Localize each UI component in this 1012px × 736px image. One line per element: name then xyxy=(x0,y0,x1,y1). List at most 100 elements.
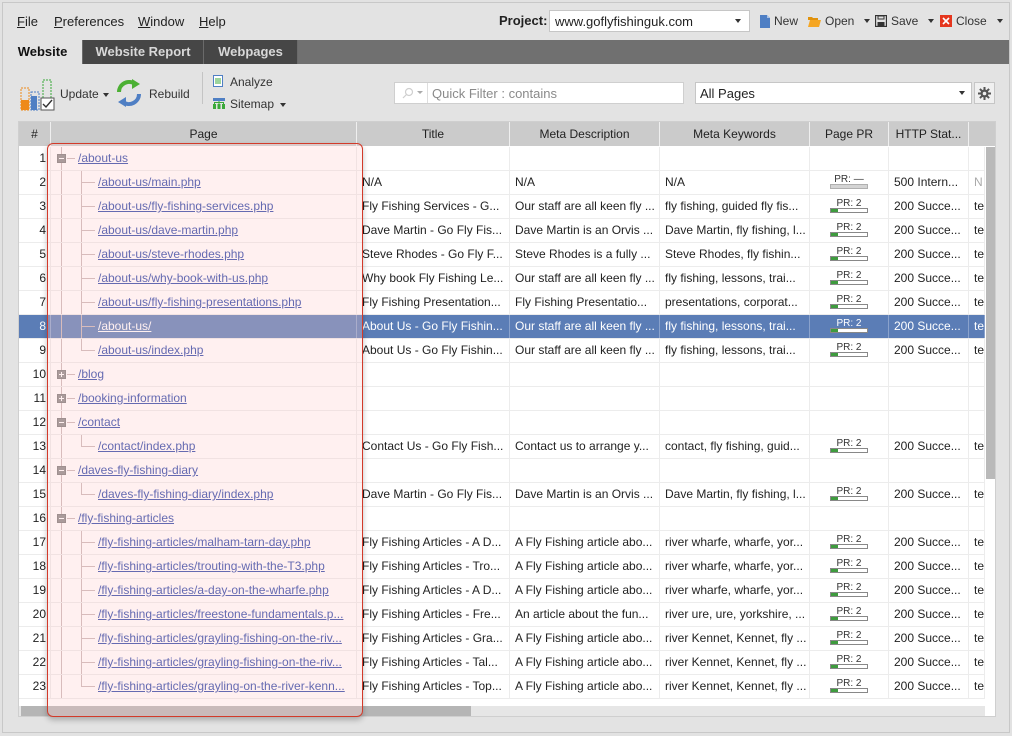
col-header-page-pr[interactable]: Page PR xyxy=(810,122,889,146)
table-row[interactable]: 20/fly-fishing-articles/freestone-fundam… xyxy=(19,603,985,627)
tab-website[interactable]: Website xyxy=(3,40,83,64)
analyze-button[interactable]: Analyze xyxy=(213,74,283,92)
update-button[interactable]: Update xyxy=(20,76,110,112)
title-cell: N/A xyxy=(357,171,510,194)
tree-line xyxy=(61,315,62,338)
table-row[interactable]: 9/about-us/index.php About Us - Go Fly Fi… xyxy=(19,339,985,363)
page-link[interactable]: /daves-fly-fishing-diary xyxy=(78,459,198,482)
save-button[interactable]: Save xyxy=(875,14,935,28)
table-row[interactable]: 2/about-us/main.php N/A N/A N/A PR: —500 Int… xyxy=(19,171,985,195)
save-dropdown-icon[interactable] xyxy=(928,19,935,23)
page-link[interactable]: /fly-fishing-articles/a-day-on-the-wharf… xyxy=(98,579,329,602)
pages-grid: # Page Title Meta Description Meta Keywo… xyxy=(18,121,996,717)
table-row[interactable]: 23/fly-fishing-articles/grayling-on-the-… xyxy=(19,675,985,699)
page-link[interactable]: /about-us/fly-fishing-services.php xyxy=(98,195,273,218)
table-row[interactable]: 3/about-us/fly-fishing-services.php Fly F… xyxy=(19,195,985,219)
collapse-icon[interactable] xyxy=(57,466,66,475)
vertical-scrollbar[interactable] xyxy=(986,147,995,703)
project-select[interactable]: www.goflyfishinguk.com xyxy=(549,10,750,32)
vertical-scrollbar-thumb[interactable] xyxy=(986,147,995,479)
page-link[interactable]: /fly-fishing-articles/trouting-with-the-… xyxy=(98,555,325,578)
page-link[interactable]: /daves-fly-fishing-diary/index.php xyxy=(98,483,273,506)
page-link[interactable]: /about-us/ xyxy=(98,315,151,338)
table-row[interactable]: 6/about-us/why-book-with-us.php Why book … xyxy=(19,267,985,291)
page-pr-cell: PR: 2 xyxy=(810,267,889,290)
pagerank-bar xyxy=(830,544,868,549)
page-link[interactable]: /fly-fishing-articles xyxy=(78,507,174,530)
collapse-icon[interactable] xyxy=(57,154,66,163)
table-row[interactable]: 5/about-us/steve-rhodes.php Steve Rhodes … xyxy=(19,243,985,267)
row-number: 12 xyxy=(19,411,51,434)
expand-icon[interactable] xyxy=(57,370,66,379)
menu-preferences[interactable]: Preferences xyxy=(54,14,124,29)
table-row[interactable]: 8/about-us/About Us - Go Fly Fishin... Ou… xyxy=(19,315,985,339)
collapse-icon[interactable] xyxy=(57,514,66,523)
table-row[interactable]: 14/daves-fly-fishing-diary xyxy=(19,459,985,483)
col-header-meta-description[interactable]: Meta Description xyxy=(510,122,660,146)
page-link[interactable]: /about-us/steve-rhodes.php xyxy=(98,243,244,266)
sitemap-dropdown-icon[interactable] xyxy=(280,103,286,107)
pages-filter-select[interactable]: All Pages xyxy=(695,82,972,104)
col-header-title[interactable]: Title xyxy=(357,122,510,146)
page-link[interactable]: /fly-fishing-articles/grayling-fishing-o… xyxy=(98,651,342,674)
update-dropdown-icon[interactable] xyxy=(103,93,109,97)
rebuild-button[interactable]: Rebuild xyxy=(115,76,190,112)
menu-file[interactable]: File xyxy=(17,14,38,29)
table-row[interactable]: 4/about-us/dave-martin.php Dave Martin - … xyxy=(19,219,985,243)
page-link[interactable]: /about-us/dave-martin.php xyxy=(98,219,238,242)
page-link[interactable]: /fly-fishing-articles/grayling-fishing-o… xyxy=(98,627,342,650)
page-link[interactable]: /about-us/main.php xyxy=(98,171,201,194)
table-row[interactable]: 18/fly-fishing-articles/trouting-with-th… xyxy=(19,555,985,579)
new-button[interactable]: New xyxy=(760,14,798,28)
filter-options-button[interactable] xyxy=(395,83,428,103)
pagerank-bar-fill xyxy=(831,329,839,332)
page-link[interactable]: /about-us/index.php xyxy=(98,339,203,362)
col-header-page[interactable]: Page xyxy=(51,122,357,146)
settings-button[interactable] xyxy=(974,82,995,104)
table-row[interactable]: 21/fly-fishing-articles/grayling-fishing… xyxy=(19,627,985,651)
page-link[interactable]: /fly-fishing-articles/malham-tarn-day.ph… xyxy=(98,531,311,554)
pagerank-bar xyxy=(830,592,868,597)
quick-filter-input[interactable] xyxy=(432,85,677,101)
horizontal-scrollbar-thumb[interactable] xyxy=(21,706,471,716)
table-row[interactable]: 1/about-us xyxy=(19,147,985,171)
table-row[interactable]: 15/daves-fly-fishing-diary/index.php Dave… xyxy=(19,483,985,507)
page-link[interactable]: /booking-information xyxy=(78,387,187,410)
page-link[interactable]: /fly-fishing-articles/grayling-on-the-ri… xyxy=(98,675,345,698)
page-link[interactable]: /about-us/why-book-with-us.php xyxy=(98,267,268,290)
page-link[interactable]: /about-us/fly-fishing-presentations.php xyxy=(98,291,301,314)
table-row[interactable]: 17/fly-fishing-articles/malham-tarn-day.… xyxy=(19,531,985,555)
col-header-http-status[interactable]: HTTP Stat... xyxy=(889,122,969,146)
table-row[interactable]: 12/contact xyxy=(19,411,985,435)
tab-website-report[interactable]: Website Report xyxy=(83,40,204,64)
table-row[interactable]: 16/fly-fishing-articles xyxy=(19,507,985,531)
menu-help[interactable]: Help xyxy=(199,14,226,29)
close-dropdown-icon[interactable] xyxy=(996,19,1003,23)
expand-icon[interactable] xyxy=(57,394,66,403)
menu-window[interactable]: Window xyxy=(138,14,184,29)
col-header-extra[interactable] xyxy=(969,122,995,146)
page-link[interactable]: /contact xyxy=(78,411,120,434)
table-row[interactable]: 11/booking-information xyxy=(19,387,985,411)
col-header-number[interactable]: # xyxy=(19,122,51,146)
col-header-meta-keywords[interactable]: Meta Keywords xyxy=(660,122,810,146)
meta-keywords-cell: river Kennet, Kennet, fly ... xyxy=(660,675,810,698)
meta-keywords-cell xyxy=(660,147,810,170)
table-row[interactable]: 10/blog xyxy=(19,363,985,387)
table-row[interactable]: 7/about-us/fly-fishing-presentations.php… xyxy=(19,291,985,315)
page-link[interactable]: /blog xyxy=(78,363,104,386)
page-link[interactable]: /about-us xyxy=(78,147,128,170)
table-row[interactable]: 13/contact/index.php Contact Us - Go Fly … xyxy=(19,435,985,459)
close-button[interactable]: Close xyxy=(940,14,1003,28)
page-link[interactable]: /fly-fishing-articles/freestone-fundamen… xyxy=(98,603,343,626)
table-row[interactable]: 19/fly-fishing-articles/a-day-on-the-wha… xyxy=(19,579,985,603)
pagerank-indicator: PR: — xyxy=(828,173,870,193)
horizontal-scrollbar[interactable] xyxy=(19,706,985,716)
open-button[interactable]: Open xyxy=(808,14,871,28)
open-dropdown-icon[interactable] xyxy=(864,19,871,23)
page-link[interactable]: /contact/index.php xyxy=(98,435,195,458)
sitemap-button[interactable]: Sitemap xyxy=(213,96,293,114)
collapse-icon[interactable] xyxy=(57,418,66,427)
table-row[interactable]: 22/fly-fishing-articles/grayling-fishing… xyxy=(19,651,985,675)
tab-webpages[interactable]: Webpages xyxy=(204,40,298,64)
